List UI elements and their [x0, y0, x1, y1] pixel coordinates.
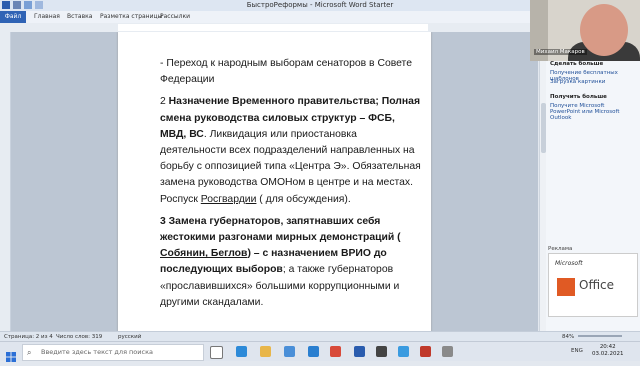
explorer-icon[interactable] [260, 346, 271, 357]
paragraph-2: 2 Назначение Временного правительства; П… [160, 96, 421, 205]
app-icon-red[interactable] [330, 346, 341, 357]
word-count[interactable]: Число слов: 319 [56, 334, 102, 340]
page-count[interactable]: Страница: 2 из 4 [4, 334, 53, 340]
paragraph-3: 3 Замена губернаторов, запятнавших себя … [160, 215, 401, 308]
clipart-link[interactable]: Загрузка картинки [550, 79, 605, 85]
file-tab[interactable]: Файл [0, 11, 26, 23]
search-icon: ⌕ [27, 348, 32, 357]
zoom-slider[interactable] [578, 335, 622, 337]
zoom-app-icon[interactable] [398, 346, 409, 357]
taskbar: ⌕ Введите здесь текст для поиска ENG 20:… [0, 341, 640, 362]
document-text[interactable]: - Переход к народным выборам сенаторов в… [160, 56, 422, 317]
get-more-heading: Получить больше [550, 94, 607, 100]
webcam-overlay: Михаил Макаров [530, 0, 640, 61]
ad-label: Реклама [548, 246, 573, 252]
clock[interactable]: 20:42 03.02.2021 [592, 344, 624, 358]
taskbar-search[interactable]: ⌕ Введите здесь текст для поиска [22, 344, 204, 361]
clock-time: 20:42 [599, 344, 616, 350]
clock-date: 03.02.2021 [592, 351, 624, 357]
tab-insert[interactable]: Вставка [67, 11, 92, 23]
acrobat-icon[interactable] [420, 346, 431, 357]
tab-home[interactable]: Главная [34, 11, 60, 23]
language-indicator[interactable]: русский [118, 334, 141, 340]
mail-icon[interactable] [308, 346, 319, 357]
tab-mailings[interactable]: Рассылки [160, 11, 190, 23]
task-view-icon[interactable] [210, 346, 223, 359]
ad-product: Office [579, 278, 615, 292]
ad-brand: Microsoft [555, 260, 583, 267]
tab-page-layout[interactable]: Разметка страницы [100, 11, 162, 23]
office-ad[interactable]: Microsoft Office [548, 253, 638, 317]
paragraph-1: - Переход к народным выборам сенаторов в… [160, 58, 412, 86]
store-icon[interactable] [284, 346, 295, 357]
presenter-name: Михаил Макаров [534, 49, 587, 55]
app-icon-dark[interactable] [376, 346, 387, 357]
presenter-face [580, 4, 628, 56]
windows-start-icon[interactable] [6, 347, 16, 362]
office-logo-icon [557, 278, 575, 296]
upgrade-link[interactable]: Получите Microsoft PowerPoint или Micros… [550, 103, 636, 121]
do-more-heading: Сделать больше [550, 61, 604, 67]
word-taskbar-icon[interactable] [354, 346, 365, 357]
edge-icon[interactable] [236, 346, 247, 357]
app-icon-gray[interactable] [442, 346, 453, 357]
zoom-level[interactable]: 84% [562, 334, 574, 340]
document-page[interactable]: - Переход к народным выборам сенаторов в… [118, 32, 431, 337]
vertical-ruler[interactable] [0, 32, 11, 337]
document-area: - Переход к народным выборам сенаторов в… [11, 32, 538, 337]
search-placeholder: Введите здесь текст для поиска [41, 348, 153, 356]
language-tray[interactable]: ENG [571, 348, 583, 354]
